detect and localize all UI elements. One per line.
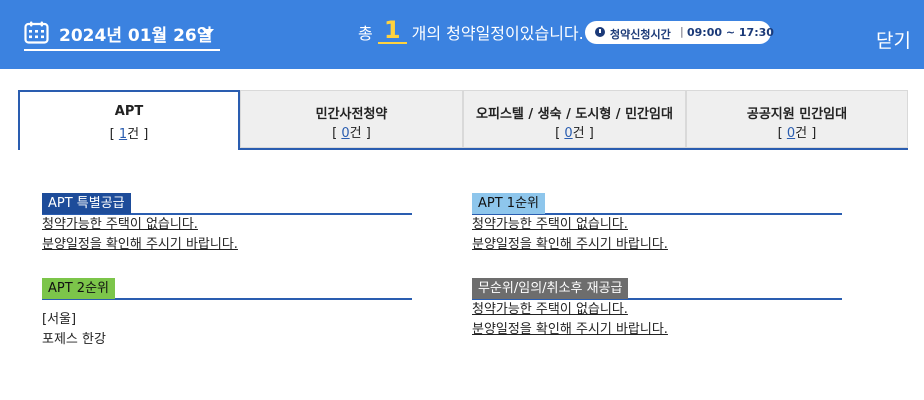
no-housing-message[interactable]: 청약가능한 주택이 없습니다. <box>42 215 412 235</box>
chevron-down-icon <box>202 29 214 36</box>
tab-count: [ 1건 ] <box>109 127 149 142</box>
tab-public-rental[interactable]: 공공지원 민간임대 [ 0건 ] <box>686 90 908 148</box>
section-unranked-resupply: 무순위/임의/취소후 재공급 청약가능한 주택이 없습니다. 분양일정을 확인해… <box>472 274 842 340</box>
section-header: APT 1순위 <box>472 189 842 215</box>
section-header: APT 2순위 <box>42 274 412 300</box>
check-schedule-message[interactable]: 분양일정을 확인해 주시기 바랍니다. <box>472 320 842 340</box>
summary-prefix: 총 <box>358 24 373 43</box>
header-bar: 2024년 01월 26일 총 1 개의 청약일정이있습니다. 청약신청시간 |… <box>0 0 924 69</box>
category-tabs: APT [ 1건 ] 민간사전청약 [ 0건 ] 오피스텔 / 생숙 / 도시형… <box>18 90 908 150</box>
tab-label: 민간사전청약 <box>315 107 388 122</box>
section-first-priority: APT 1순위 청약가능한 주택이 없습니다. 분양일정을 확인해 주시기 바랍… <box>472 189 842 255</box>
close-button[interactable]: 닫기 <box>876 26 911 53</box>
section-header: APT 특별공급 <box>42 189 412 215</box>
summary-suffix: 개의 청약일정이있습니다. <box>411 24 584 43</box>
time-separator: | <box>680 25 684 38</box>
selected-date: 2024년 01월 26일 <box>59 26 213 46</box>
date-selector[interactable]: 2024년 01월 26일 <box>24 17 220 51</box>
calendar-icon <box>24 21 49 44</box>
no-housing-message[interactable]: 청약가능한 주택이 없습니다. <box>472 300 842 320</box>
tab-label: 오피스텔 / 생숙 / 도시형 / 민간임대 <box>476 107 673 122</box>
schedule-summary: 총 1 개의 청약일정이있습니다. <box>358 18 584 49</box>
tab-officetel[interactable]: 오피스텔 / 생숙 / 도시형 / 민간임대 [ 0건 ] <box>463 90 686 148</box>
tab-count: [ 0건 ] <box>777 126 817 141</box>
section-title-badge: APT 2순위 <box>42 278 115 299</box>
section-second-priority: APT 2순위 [서울] 포제스 한강 <box>42 274 412 350</box>
check-schedule-message[interactable]: 분양일정을 확인해 주시기 바랍니다. <box>472 235 842 255</box>
section-title-badge: APT 1순위 <box>472 193 545 214</box>
time-range: 09:00 ~ 17:30 <box>687 26 774 39</box>
schedule-count: 1 <box>377 18 407 44</box>
tab-private-pre-subscription[interactable]: 민간사전청약 [ 0건 ] <box>240 90 463 148</box>
section-header: 무순위/임의/취소후 재공급 <box>472 274 842 300</box>
tab-label: 공공지원 민간임대 <box>746 107 848 122</box>
housing-item[interactable]: 포제스 한강 <box>42 330 412 350</box>
tab-apt[interactable]: APT [ 1건 ] <box>18 90 240 150</box>
tab-count: [ 0건 ] <box>332 126 371 141</box>
section-special-supply: APT 특별공급 청약가능한 주택이 없습니다. 분양일정을 확인해 주시기 바… <box>42 189 412 255</box>
check-schedule-message[interactable]: 분양일정을 확인해 주시기 바랍니다. <box>42 235 412 255</box>
region-label: [서울] <box>42 312 77 327</box>
section-title-badge: APT 특별공급 <box>42 193 131 214</box>
section-title-badge: 무순위/임의/취소후 재공급 <box>472 278 629 299</box>
no-housing-message[interactable]: 청약가능한 주택이 없습니다. <box>472 215 842 235</box>
clock-icon <box>595 27 605 37</box>
tab-count: [ 0건 ] <box>555 126 594 141</box>
application-time-badge: 청약신청시간 | 09:00 ~ 17:30 <box>585 21 774 44</box>
time-label: 청약신청시간 <box>610 28 671 41</box>
tab-label: APT <box>114 104 144 119</box>
